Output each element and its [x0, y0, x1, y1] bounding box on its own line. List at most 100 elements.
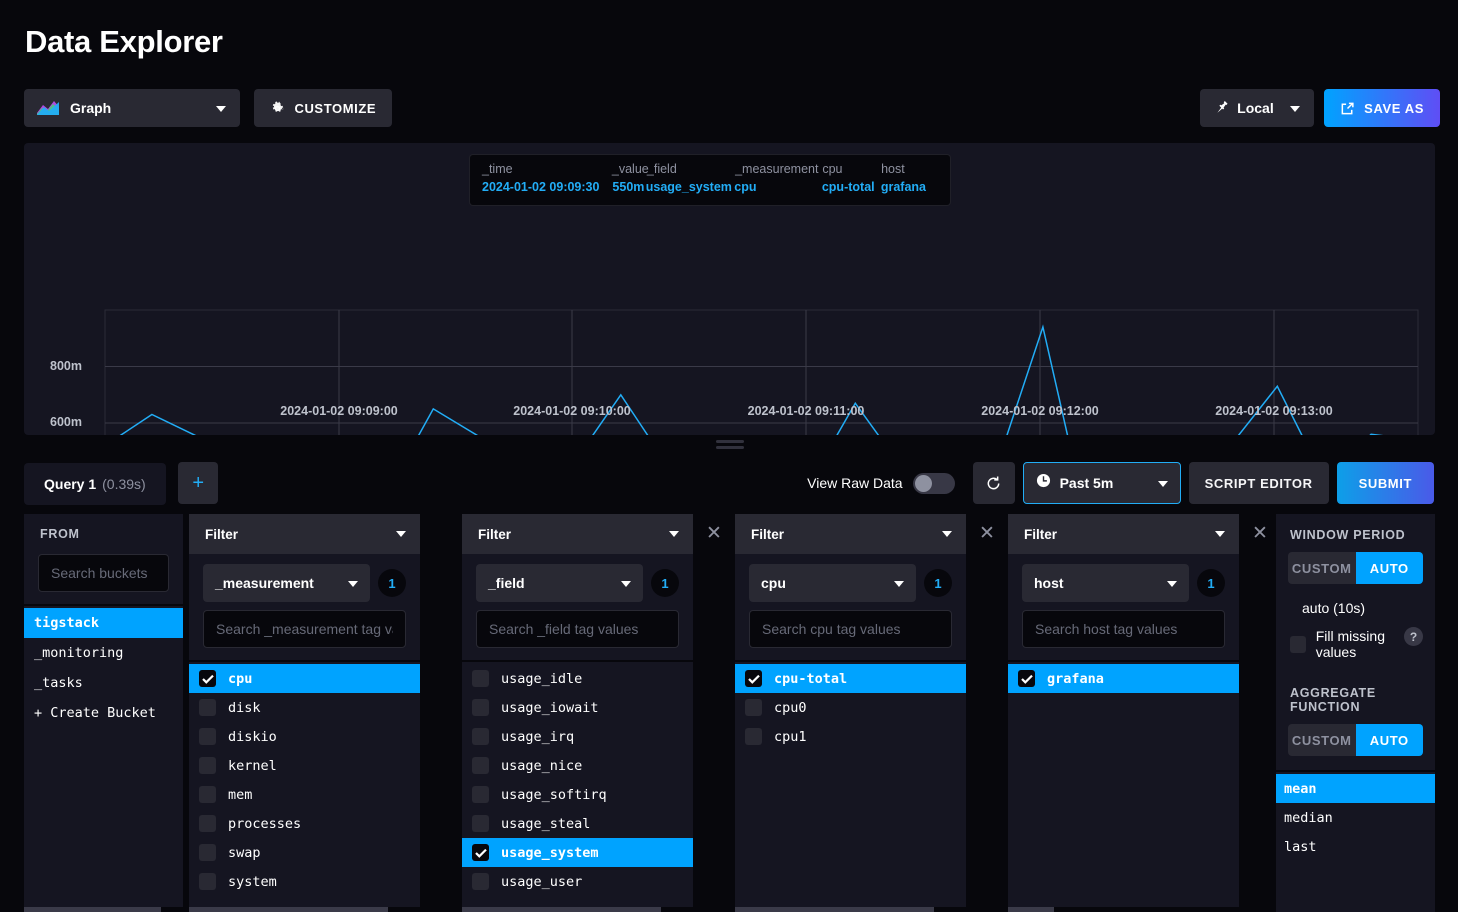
submit-button[interactable]: SUBMIT — [1337, 462, 1434, 504]
window-period-custom-button[interactable]: CUSTOM — [1288, 552, 1356, 584]
filter-value-list[interactable]: cpudiskdiskiokernel mem processesswapsyste… — [189, 662, 420, 912]
view-raw-data-toggle[interactable] — [913, 473, 955, 494]
filter-search[interactable] — [749, 610, 952, 648]
filter-value-item[interactable]: grafana — [1008, 664, 1239, 693]
checkbox[interactable] — [472, 815, 489, 832]
aggregate-custom-button[interactable]: CUSTOM — [1288, 724, 1356, 756]
filter-search-input[interactable] — [216, 621, 393, 637]
filter-value-list[interactable]: cpu-totalcpu0cpu1 — [735, 662, 966, 912]
filter-value-item[interactable]: cpu0 — [735, 693, 966, 722]
query-tab-1[interactable]: Query 1 (0.39s) — [24, 463, 166, 505]
horizontal-scrollbar[interactable] — [735, 907, 966, 912]
help-icon[interactable]: ? — [1404, 627, 1423, 646]
filter-key-dropdown[interactable]: _measurement — [203, 564, 370, 602]
checkbox[interactable] — [199, 670, 216, 687]
checkbox[interactable] — [199, 815, 216, 832]
filter-value-item[interactable]: system — [189, 867, 420, 896]
bucket-item[interactable]: _monitoring — [24, 638, 183, 668]
filter-header[interactable]: Filter — [1008, 514, 1239, 554]
checkbox[interactable] — [472, 786, 489, 803]
filter-search-input[interactable] — [489, 621, 666, 637]
filter-value-item[interactable]: cpu-total — [735, 664, 966, 693]
checkbox[interactable] — [472, 670, 489, 687]
create-bucket-button[interactable]: + Create Bucket — [24, 698, 183, 728]
filter-search[interactable] — [476, 610, 679, 648]
clock-icon — [1036, 473, 1051, 493]
filter-value-item[interactable]: usage_softirq — [462, 780, 693, 809]
aggregate-function-list[interactable]: meanmedianlast — [1276, 774, 1435, 861]
filter-key-dropdown[interactable]: cpu — [749, 564, 916, 602]
filter-value-item[interactable]: cpu — [189, 664, 420, 693]
customize-button[interactable]: CUSTOMIZE — [254, 89, 392, 127]
fill-missing-values-checkbox[interactable] — [1290, 636, 1306, 653]
bucket-search-input[interactable] — [51, 565, 156, 581]
horizontal-scrollbar[interactable] — [462, 907, 693, 912]
checkbox[interactable] — [199, 844, 216, 861]
close-icon[interactable]: ✕ — [1249, 523, 1271, 545]
checkbox[interactable] — [1018, 670, 1035, 687]
filter-header[interactable]: Filter — [462, 514, 693, 554]
filter-value-item[interactable]: mem — [189, 780, 420, 809]
checkbox[interactable] — [472, 873, 489, 890]
filter-value-item[interactable]: usage_nice — [462, 751, 693, 780]
checkbox[interactable] — [199, 873, 216, 890]
horizontal-scrollbar[interactable] — [24, 907, 183, 912]
horizontal-scrollbar[interactable] — [1008, 907, 1239, 912]
filter-value-item[interactable]: kernel — [189, 751, 420, 780]
filter-search[interactable] — [1022, 610, 1225, 648]
filter-value-item[interactable]: disk — [189, 693, 420, 722]
bucket-item[interactable]: _tasks — [24, 668, 183, 698]
checkbox[interactable] — [199, 699, 216, 716]
local-timezone-dropdown[interactable]: Local — [1200, 89, 1314, 127]
fill-missing-values-row[interactable]: Fill missing values ? — [1276, 616, 1435, 660]
filter-value-item[interactable]: diskio — [189, 722, 420, 751]
bucket-list[interactable]: tigstack_monitoring_tasks+ Create Bucket — [24, 606, 183, 912]
filter-value-list[interactable]: usage_idleusage_iowaitusage_irqusage_nic… — [462, 662, 693, 912]
time-range-dropdown[interactable]: Past 5m — [1023, 462, 1181, 504]
filter-value-item[interactable]: usage_irq — [462, 722, 693, 751]
aggregate-function-item[interactable]: mean — [1276, 774, 1435, 803]
checkbox[interactable] — [199, 757, 216, 774]
filter-value-label: mem — [228, 787, 252, 803]
checkbox[interactable] — [745, 699, 762, 716]
filter-value-item[interactable]: usage_iowait — [462, 693, 693, 722]
filter-header[interactable]: Filter — [189, 514, 420, 554]
save-as-button[interactable]: SAVE AS — [1324, 89, 1440, 127]
filter-value-item[interactable]: cpu1 — [735, 722, 966, 751]
close-icon[interactable]: ✕ — [976, 523, 998, 545]
filter-search-input[interactable] — [762, 621, 939, 637]
filter-value-item[interactable]: usage_idle — [462, 664, 693, 693]
panel-resize-handle[interactable] — [716, 440, 744, 450]
checkbox[interactable] — [199, 786, 216, 803]
horizontal-scrollbar[interactable] — [189, 907, 420, 912]
script-editor-button[interactable]: SCRIPT EDITOR — [1189, 462, 1329, 504]
close-icon[interactable]: ✕ — [703, 523, 725, 545]
filter-value-item[interactable]: processes — [189, 809, 420, 838]
aggregate-function-item[interactable]: median — [1276, 803, 1435, 832]
filter-value-item[interactable]: usage_steal — [462, 809, 693, 838]
checkbox[interactable] — [745, 670, 762, 687]
add-query-button[interactable]: + — [178, 462, 218, 504]
filter-header[interactable]: Filter — [735, 514, 966, 554]
checkbox[interactable] — [472, 699, 489, 716]
checkbox[interactable] — [472, 844, 489, 861]
filter-key-dropdown[interactable]: host — [1022, 564, 1189, 602]
filter-search[interactable] — [203, 610, 406, 648]
checkbox[interactable] — [199, 728, 216, 745]
checkbox[interactable] — [472, 757, 489, 774]
filter-search-input[interactable] — [1035, 621, 1212, 637]
checkbox[interactable] — [745, 728, 762, 745]
filter-value-item[interactable]: usage_system — [462, 838, 693, 867]
filter-value-list[interactable]: grafana — [1008, 662, 1239, 912]
filter-key-dropdown[interactable]: _field — [476, 564, 643, 602]
aggregate-auto-button[interactable]: AUTO — [1356, 724, 1424, 756]
checkbox[interactable] — [472, 728, 489, 745]
window-period-auto-button[interactable]: AUTO — [1356, 552, 1424, 584]
refresh-button[interactable] — [973, 462, 1015, 504]
bucket-item[interactable]: tigstack — [24, 608, 183, 638]
aggregate-function-item[interactable]: last — [1276, 832, 1435, 861]
visualization-type-dropdown[interactable]: Graph — [24, 89, 240, 127]
filter-value-item[interactable]: swap — [189, 838, 420, 867]
bucket-search[interactable] — [38, 554, 169, 592]
filter-value-item[interactable]: usage_user — [462, 867, 693, 896]
